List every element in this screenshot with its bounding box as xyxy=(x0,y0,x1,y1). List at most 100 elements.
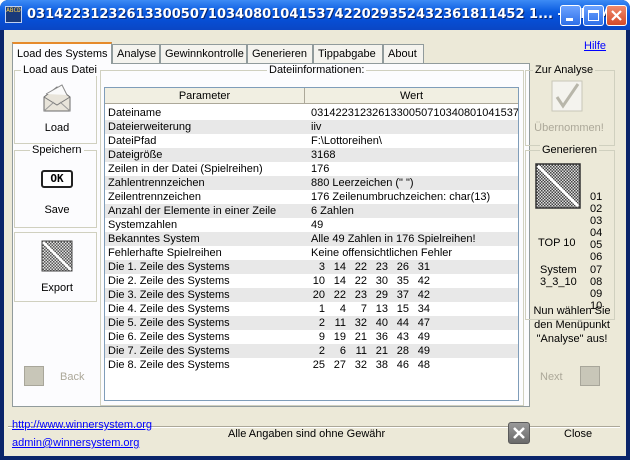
parameter-cell: DateiPfad xyxy=(108,135,157,147)
table-row[interactable]: Zeilen in der Datei (Spielreihen) 176 xyxy=(105,162,518,176)
system-number: 9 xyxy=(318,331,325,343)
system-number: 20 xyxy=(312,289,325,301)
close-window-button[interactable] xyxy=(606,5,627,26)
tab-load-des-systems[interactable]: Load des Systems xyxy=(12,42,112,64)
column-header-wert[interactable]: Wert xyxy=(305,88,518,104)
system-number: 23 xyxy=(354,289,367,301)
checkmark-icon[interactable] xyxy=(551,80,583,112)
main-window: ABCD 03142231232613300507103408010415374… xyxy=(0,0,630,460)
generate-number: 04 xyxy=(590,227,603,240)
table-row[interactable]: Anzahl der Elemente in einer Zeile 6 Zahl… xyxy=(105,204,518,218)
save-group-title: Speichern xyxy=(30,144,84,156)
app-icon[interactable]: ABCD xyxy=(5,6,22,23)
tab-tippabgabe[interactable]: Tippabgabe xyxy=(313,44,383,63)
tab-generieren[interactable]: Generieren xyxy=(247,44,313,63)
system-number: 14 xyxy=(333,275,346,287)
table-row[interactable]: Die 2. Zeile des Systems 10 14 22 30 35 42 xyxy=(105,274,518,288)
wert-cell: 25 27 32 38 46 48 xyxy=(305,358,518,372)
table-row[interactable]: Fehlerhafte Spielreihen Keine offensichtl… xyxy=(105,246,518,260)
wert-cell: iiv xyxy=(311,121,322,133)
next-button[interactable]: Next xyxy=(540,371,563,383)
table-row[interactable]: Zeilentrennzeichen 176 Zeilenumbruchzeich… xyxy=(105,190,518,204)
ok-stamp-icon[interactable]: OK xyxy=(41,170,73,188)
load-button[interactable]: Load xyxy=(33,122,81,134)
save-button[interactable]: Save xyxy=(34,204,80,216)
generieren-group-title: Generieren xyxy=(540,144,600,156)
table-row[interactable]: Die 7. Zeile des Systems 2 6 11 21 28 49 xyxy=(105,344,518,358)
tab-gewinnkontrolle[interactable]: Gewinnkontrolle xyxy=(160,44,247,63)
parameter-cell: Die 2. Zeile des Systems xyxy=(108,275,230,287)
system-number: 2 xyxy=(318,317,325,329)
parameter-cell: Zeilen in der Datei (Spielreihen) xyxy=(108,163,263,175)
generate-grid-icon[interactable] xyxy=(535,163,581,209)
system-number: 34 xyxy=(417,303,430,315)
table-row[interactable]: Dateigröße 3168 xyxy=(105,148,518,162)
wert-cell: F:\Lottoreihen\ xyxy=(311,135,382,147)
close-button[interactable]: Close xyxy=(564,428,592,440)
parameter-cell: Die 7. Zeile des Systems xyxy=(108,345,230,357)
website-link[interactable]: http://www.winnersystem.org xyxy=(12,419,152,431)
parameter-cell: Bekanntes System xyxy=(108,233,200,245)
system-number: 4 xyxy=(339,303,346,315)
system-number: 15 xyxy=(396,303,409,315)
email-link[interactable]: admin@winnersystem.org xyxy=(12,437,139,449)
table-row[interactable]: Die 8. Zeile des Systems 25 27 32 38 46 48 xyxy=(105,358,518,372)
system-number: 43 xyxy=(396,331,409,343)
table-row[interactable]: DateiPfad F:\Lottoreihen\ xyxy=(105,134,518,148)
table-row[interactable]: Die 4. Zeile des Systems 1 4 7 13 15 34 xyxy=(105,302,518,316)
open-envelope-icon[interactable] xyxy=(40,81,74,115)
system-number: 22 xyxy=(333,289,346,301)
help-link[interactable]: Hilfe xyxy=(584,40,606,52)
system-number: 27 xyxy=(333,359,346,371)
minimize-button[interactable] xyxy=(560,5,581,26)
generate-number: 08 xyxy=(590,275,603,288)
table-row[interactable]: Die 3. Zeile des Systems 20 22 23 29 37 42 xyxy=(105,288,518,302)
table-row[interactable]: Die 1. Zeile des Systems 3 14 22 23 26 31 xyxy=(105,260,518,274)
tab-about[interactable]: About xyxy=(383,44,424,63)
system-number: 44 xyxy=(396,317,409,329)
window-title: 0314223123261330050710340801041537422029… xyxy=(27,7,611,22)
system-number: 19 xyxy=(333,331,346,343)
parameter-cell: Die 4. Zeile des Systems xyxy=(108,303,230,315)
wert-cell: 6 Zahlen xyxy=(311,205,354,217)
back-arrow-icon[interactable] xyxy=(24,366,44,386)
tab-analyse[interactable]: Analyse xyxy=(112,44,160,63)
system-number: 14 xyxy=(333,261,346,273)
system-number: 48 xyxy=(417,359,430,371)
generate-number: 06 xyxy=(590,251,603,264)
column-header-parameter[interactable]: Parameter xyxy=(105,88,305,104)
maximize-button[interactable] xyxy=(583,5,604,26)
uebernommen-button[interactable]: Übernommen! xyxy=(531,122,607,134)
system-number: 36 xyxy=(375,331,388,343)
table-row[interactable]: Bekanntes System Alle 49 Zahlen in 176 Sp… xyxy=(105,232,518,246)
system-number: 11 xyxy=(334,317,346,329)
wert-cell: 2 11 32 40 44 47 xyxy=(305,316,518,330)
minimize-icon xyxy=(566,18,573,21)
table-row[interactable]: Die 6. Zeile des Systems 9 19 21 36 43 49 xyxy=(105,330,518,344)
top10-button[interactable]: TOP 10 xyxy=(538,237,576,249)
system-number: 32 xyxy=(354,359,367,371)
maximize-icon xyxy=(588,10,599,21)
table-row[interactable]: Die 5. Zeile des Systems 2 11 32 40 44 47 xyxy=(105,316,518,330)
table-row[interactable]: Dateierweiterung iiv xyxy=(105,120,518,134)
export-grid-icon[interactable] xyxy=(41,240,73,272)
wert-cell: 20 22 23 29 37 42 xyxy=(305,288,518,302)
title-bar[interactable]: ABCD 03142231232613300507103408010415374… xyxy=(0,0,630,30)
parameter-cell: Die 5. Zeile des Systems xyxy=(108,317,230,329)
next-arrow-icon[interactable] xyxy=(580,366,600,386)
system-number: 3 xyxy=(318,261,325,273)
back-button[interactable]: Back xyxy=(60,371,84,383)
close-x-icon[interactable] xyxy=(508,422,530,444)
wert-cell: 49 xyxy=(311,219,324,231)
parameter-cell: Fehlerhafte Spielreihen xyxy=(108,247,222,259)
export-button[interactable]: Export xyxy=(32,282,82,294)
system-number: 38 xyxy=(375,359,388,371)
info-table[interactable]: Parameter Wert Dateiname 0314223123261330… xyxy=(104,87,519,401)
table-row[interactable]: Dateiname 0314223123261330050710340801041… xyxy=(105,106,518,120)
system-number: 49 xyxy=(417,345,430,357)
close-icon xyxy=(611,10,622,21)
wert-cell: 3 14 22 23 26 31 xyxy=(305,260,518,274)
table-row[interactable]: Zahlentrennzeichen 880 Leerzeichen (" ") xyxy=(105,176,518,190)
system-number: 37 xyxy=(396,289,409,301)
table-row[interactable]: Systemzahlen 49 xyxy=(105,218,518,232)
